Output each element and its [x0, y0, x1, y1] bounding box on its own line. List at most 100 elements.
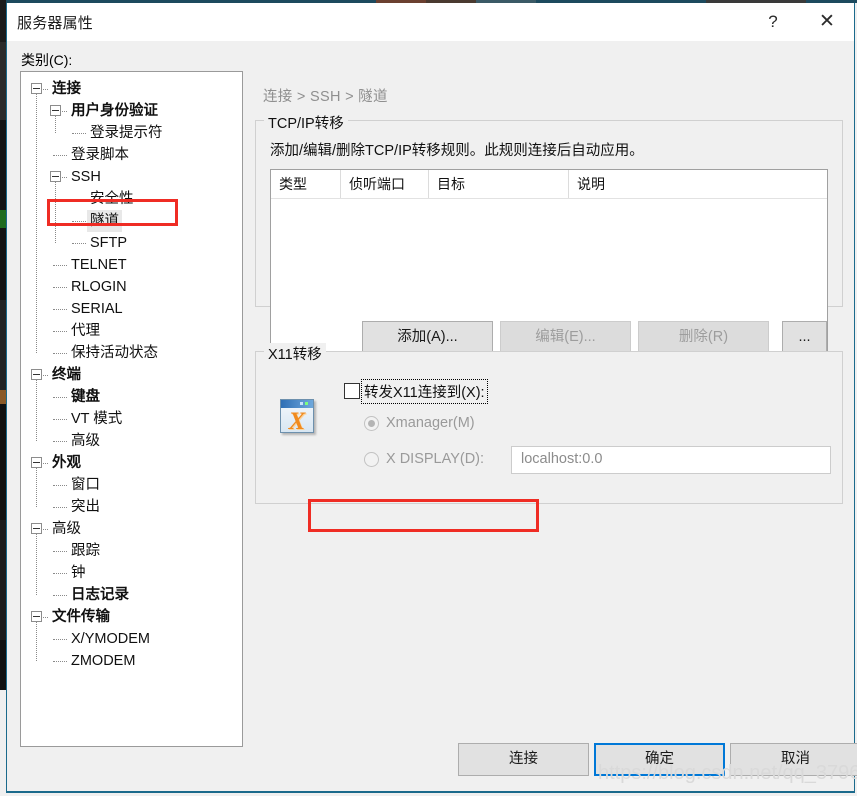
- tree-collapse-icon[interactable]: [31, 83, 42, 94]
- tree-item-19[interactable]: 突出: [21, 496, 242, 518]
- tree-guide-line: [53, 331, 67, 332]
- category-tree-list: 连接用户身份验证登录提示符登录脚本 SSH 安全性 隧道 SFTP TELNET RLOGI…: [21, 72, 242, 672]
- dialog-footer: 连接 确定 取消: [7, 743, 857, 791]
- tree-item-12[interactable]: 保持活动状态: [21, 342, 242, 364]
- xdisplay-radio-label: X DISPLAY(D):: [386, 451, 485, 467]
- tree-item-8[interactable]: TELNET: [21, 254, 242, 276]
- tree-item-label: 用户身份验证: [71, 103, 158, 119]
- tree-collapse-icon[interactable]: [31, 457, 42, 468]
- tree-item-label: 连接: [52, 81, 81, 97]
- tree-item-18[interactable]: 窗口: [21, 474, 242, 496]
- tree-guide-line: [72, 199, 86, 200]
- tree-item-2[interactable]: 登录提示符: [21, 122, 242, 144]
- column-header-3[interactable]: 说明: [569, 170, 827, 198]
- xdisplay-input[interactable]: localhost:0.0: [511, 446, 831, 474]
- xmanager-icon: X: [276, 397, 316, 437]
- tree-item-15[interactable]: VT 模式: [21, 408, 242, 430]
- tree-item-label: 键盘: [71, 389, 100, 405]
- tree-item-0[interactable]: 连接: [21, 78, 242, 100]
- tree-item-1[interactable]: 用户身份验证: [21, 100, 242, 122]
- tree-guide-line: [43, 89, 48, 90]
- tree-item-16[interactable]: 高级: [21, 430, 242, 452]
- tree-item-label: 登录提示符: [90, 125, 163, 141]
- connect-button[interactable]: 连接: [458, 743, 589, 776]
- dialog-screen: 服务器属性 ? ✕ 类别(C): 连接 用户身份验证 登录提示符 登录脚本 SSH 安全性…: [0, 0, 857, 796]
- tree-guide-line: [43, 617, 48, 618]
- tree-item-label: 突出: [71, 499, 100, 515]
- tree-collapse-icon[interactable]: [31, 611, 42, 622]
- tree-guide-line: [53, 507, 67, 508]
- more-options-button[interactable]: ...: [782, 321, 827, 354]
- xmanager-radio[interactable]: [364, 415, 379, 431]
- tree-collapse-icon[interactable]: [31, 523, 42, 534]
- tcpip-description: 添加/编辑/删除TCP/IP转移规则。此规则连接后自动应用。: [270, 143, 644, 159]
- help-button[interactable]: ?: [750, 3, 796, 41]
- tree-item-21[interactable]: 跟踪: [21, 540, 242, 562]
- xmanager-radio-label: Xmanager(M): [386, 415, 475, 431]
- category-treeview[interactable]: 连接用户身份验证登录提示符登录脚本 SSH 安全性 隧道 SFTP TELNET RLOGI…: [20, 71, 243, 747]
- tree-item-5[interactable]: 安全性: [21, 188, 242, 210]
- xmanager-x-glyph: X: [288, 408, 306, 435]
- tree-item-26[interactable]: ZMODEM: [21, 650, 242, 672]
- column-header-2[interactable]: 目标: [429, 170, 569, 198]
- tree-item-label: 日志记录: [71, 587, 129, 603]
- ok-button[interactable]: 确定: [594, 743, 725, 776]
- tree-guide-line: [53, 485, 67, 486]
- tree-item-17[interactable]: 外观: [21, 452, 242, 474]
- tree-item-23[interactable]: 日志记录: [21, 584, 242, 606]
- tree-item-10[interactable]: SERIAL: [21, 298, 242, 320]
- rules-table-header: 类型 侦听端口 目标 说明: [271, 170, 827, 199]
- edit-rule-button: 编辑(E)...: [500, 321, 631, 354]
- tree-item-label: TELNET: [71, 257, 127, 273]
- tree-item-label: 保持活动状态: [71, 345, 158, 361]
- tree-item-14[interactable]: 键盘: [21, 386, 242, 408]
- breadcrumb: 连接 > SSH > 隧道: [263, 89, 388, 105]
- tree-item-9[interactable]: RLOGIN: [21, 276, 242, 298]
- tree-item-11[interactable]: 代理: [21, 320, 242, 342]
- tree-guide-line: [53, 353, 67, 354]
- tcpip-forwarding-group: TCP/IP转移 添加/编辑/删除TCP/IP转移规则。此规则连接后自动应用。 …: [255, 112, 843, 356]
- tree-item-label: RLOGIN: [71, 279, 127, 295]
- forward-x11-label[interactable]: 转发X11连接到(X):: [361, 378, 488, 404]
- tree-guide-line: [43, 463, 48, 464]
- x11-group-title: X11转移: [264, 343, 326, 364]
- tree-guide-line: [72, 221, 86, 222]
- tree-guide-line: [43, 529, 48, 530]
- tree-guide-line: [72, 243, 86, 244]
- tree-guide-line: [72, 133, 86, 134]
- tree-item-25[interactable]: X/YMODEM: [21, 628, 242, 650]
- tree-item-4[interactable]: SSH: [21, 166, 242, 188]
- tree-item-7[interactable]: SFTP: [21, 232, 242, 254]
- category-label: 类别(C):: [21, 52, 73, 68]
- tree-item-label: 高级: [52, 521, 81, 537]
- add-rule-button[interactable]: 添加(A)...: [362, 321, 493, 354]
- tree-guide-line: [53, 639, 67, 640]
- cancel-button[interactable]: 取消: [730, 743, 857, 776]
- tree-item-24[interactable]: 文件传输: [21, 606, 242, 628]
- tree-item-20[interactable]: 高级: [21, 518, 242, 540]
- tree-guide-line: [62, 111, 67, 112]
- tree-item-3[interactable]: 登录脚本: [21, 144, 242, 166]
- column-header-0[interactable]: 类型: [271, 170, 341, 198]
- xmanager-radio-row[interactable]: Xmanager(M): [364, 412, 475, 434]
- xdisplay-radio-row[interactable]: X DISPLAY(D):: [364, 448, 484, 470]
- close-icon[interactable]: ✕: [804, 3, 850, 41]
- tree-guide-line: [53, 573, 67, 574]
- tree-collapse-icon[interactable]: [50, 171, 61, 182]
- tree-item-6[interactable]: 隧道: [21, 210, 242, 232]
- tree-item-label: 钟: [71, 565, 86, 581]
- tree-collapse-icon[interactable]: [31, 369, 42, 380]
- tree-item-13[interactable]: 终端: [21, 364, 242, 386]
- tree-item-label: 外观: [52, 455, 81, 471]
- title-bar: 服务器属性 ? ✕: [7, 3, 854, 41]
- tree-item-label: X/YMODEM: [71, 631, 150, 647]
- forward-x11-checkbox[interactable]: [344, 383, 360, 399]
- tree-item-22[interactable]: 钟: [21, 562, 242, 584]
- tree-guide-line: [53, 155, 67, 156]
- forward-x11-row[interactable]: 转发X11连接到(X):: [344, 378, 488, 404]
- tree-collapse-icon[interactable]: [50, 105, 61, 116]
- tree-item-label: VT 模式: [71, 411, 123, 427]
- xdisplay-radio[interactable]: [364, 451, 379, 467]
- column-header-1[interactable]: 侦听端口: [341, 170, 429, 198]
- tree-guide-line: [53, 287, 67, 288]
